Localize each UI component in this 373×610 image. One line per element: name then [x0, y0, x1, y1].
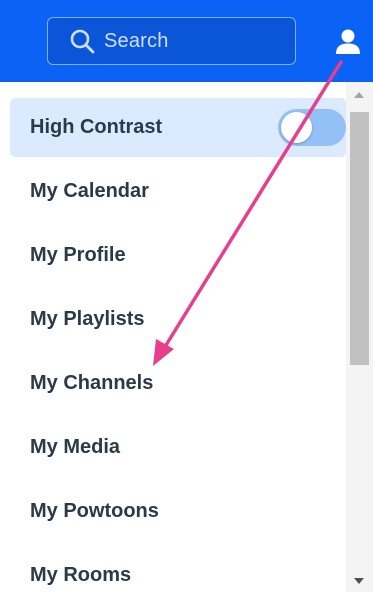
top-bar: Search: [0, 0, 373, 82]
menu-item-label: My Playlists: [30, 308, 145, 330]
menu-item-my-playlists[interactable]: My Playlists: [10, 290, 346, 349]
menu-item-label: High Contrast: [30, 116, 163, 138]
search-icon: [68, 27, 96, 55]
menu-item-my-profile[interactable]: My Profile: [10, 226, 346, 285]
scroll-thumb[interactable]: [350, 112, 369, 365]
menu-item-label: My Channels: [30, 372, 154, 394]
menu-item-my-channels[interactable]: My Channels: [10, 354, 346, 413]
menu-item-label: My Rooms: [30, 564, 132, 586]
high-contrast-toggle[interactable]: [278, 109, 346, 146]
menu-list: High Contrast My Calendar My Profile My …: [10, 98, 346, 610]
menu-item-label: My Profile: [30, 244, 126, 266]
menu-item-high-contrast[interactable]: High Contrast: [10, 98, 346, 157]
user-menu-button[interactable]: [330, 26, 366, 62]
menu-scrollbar[interactable]: [346, 82, 373, 592]
menu-item-label: My Calendar: [30, 180, 149, 202]
menu-item-label: My Powtoons: [30, 500, 159, 522]
search-placeholder: Search: [104, 29, 169, 52]
toggle-knob: [281, 112, 312, 143]
user-menu-panel: High Contrast My Calendar My Profile My …: [0, 82, 373, 592]
menu-item-my-rooms[interactable]: My Rooms: [10, 546, 346, 605]
user-icon: [335, 28, 361, 61]
menu-item-label: My Media: [30, 436, 121, 458]
search-input[interactable]: Search: [47, 17, 296, 65]
scroll-up-arrow[interactable]: [354, 92, 364, 98]
scroll-down-arrow[interactable]: [354, 578, 364, 584]
menu-item-my-powtoons[interactable]: My Powtoons: [10, 482, 346, 541]
menu-item-my-calendar[interactable]: My Calendar: [10, 162, 346, 221]
menu-item-my-media[interactable]: My Media: [10, 418, 346, 477]
